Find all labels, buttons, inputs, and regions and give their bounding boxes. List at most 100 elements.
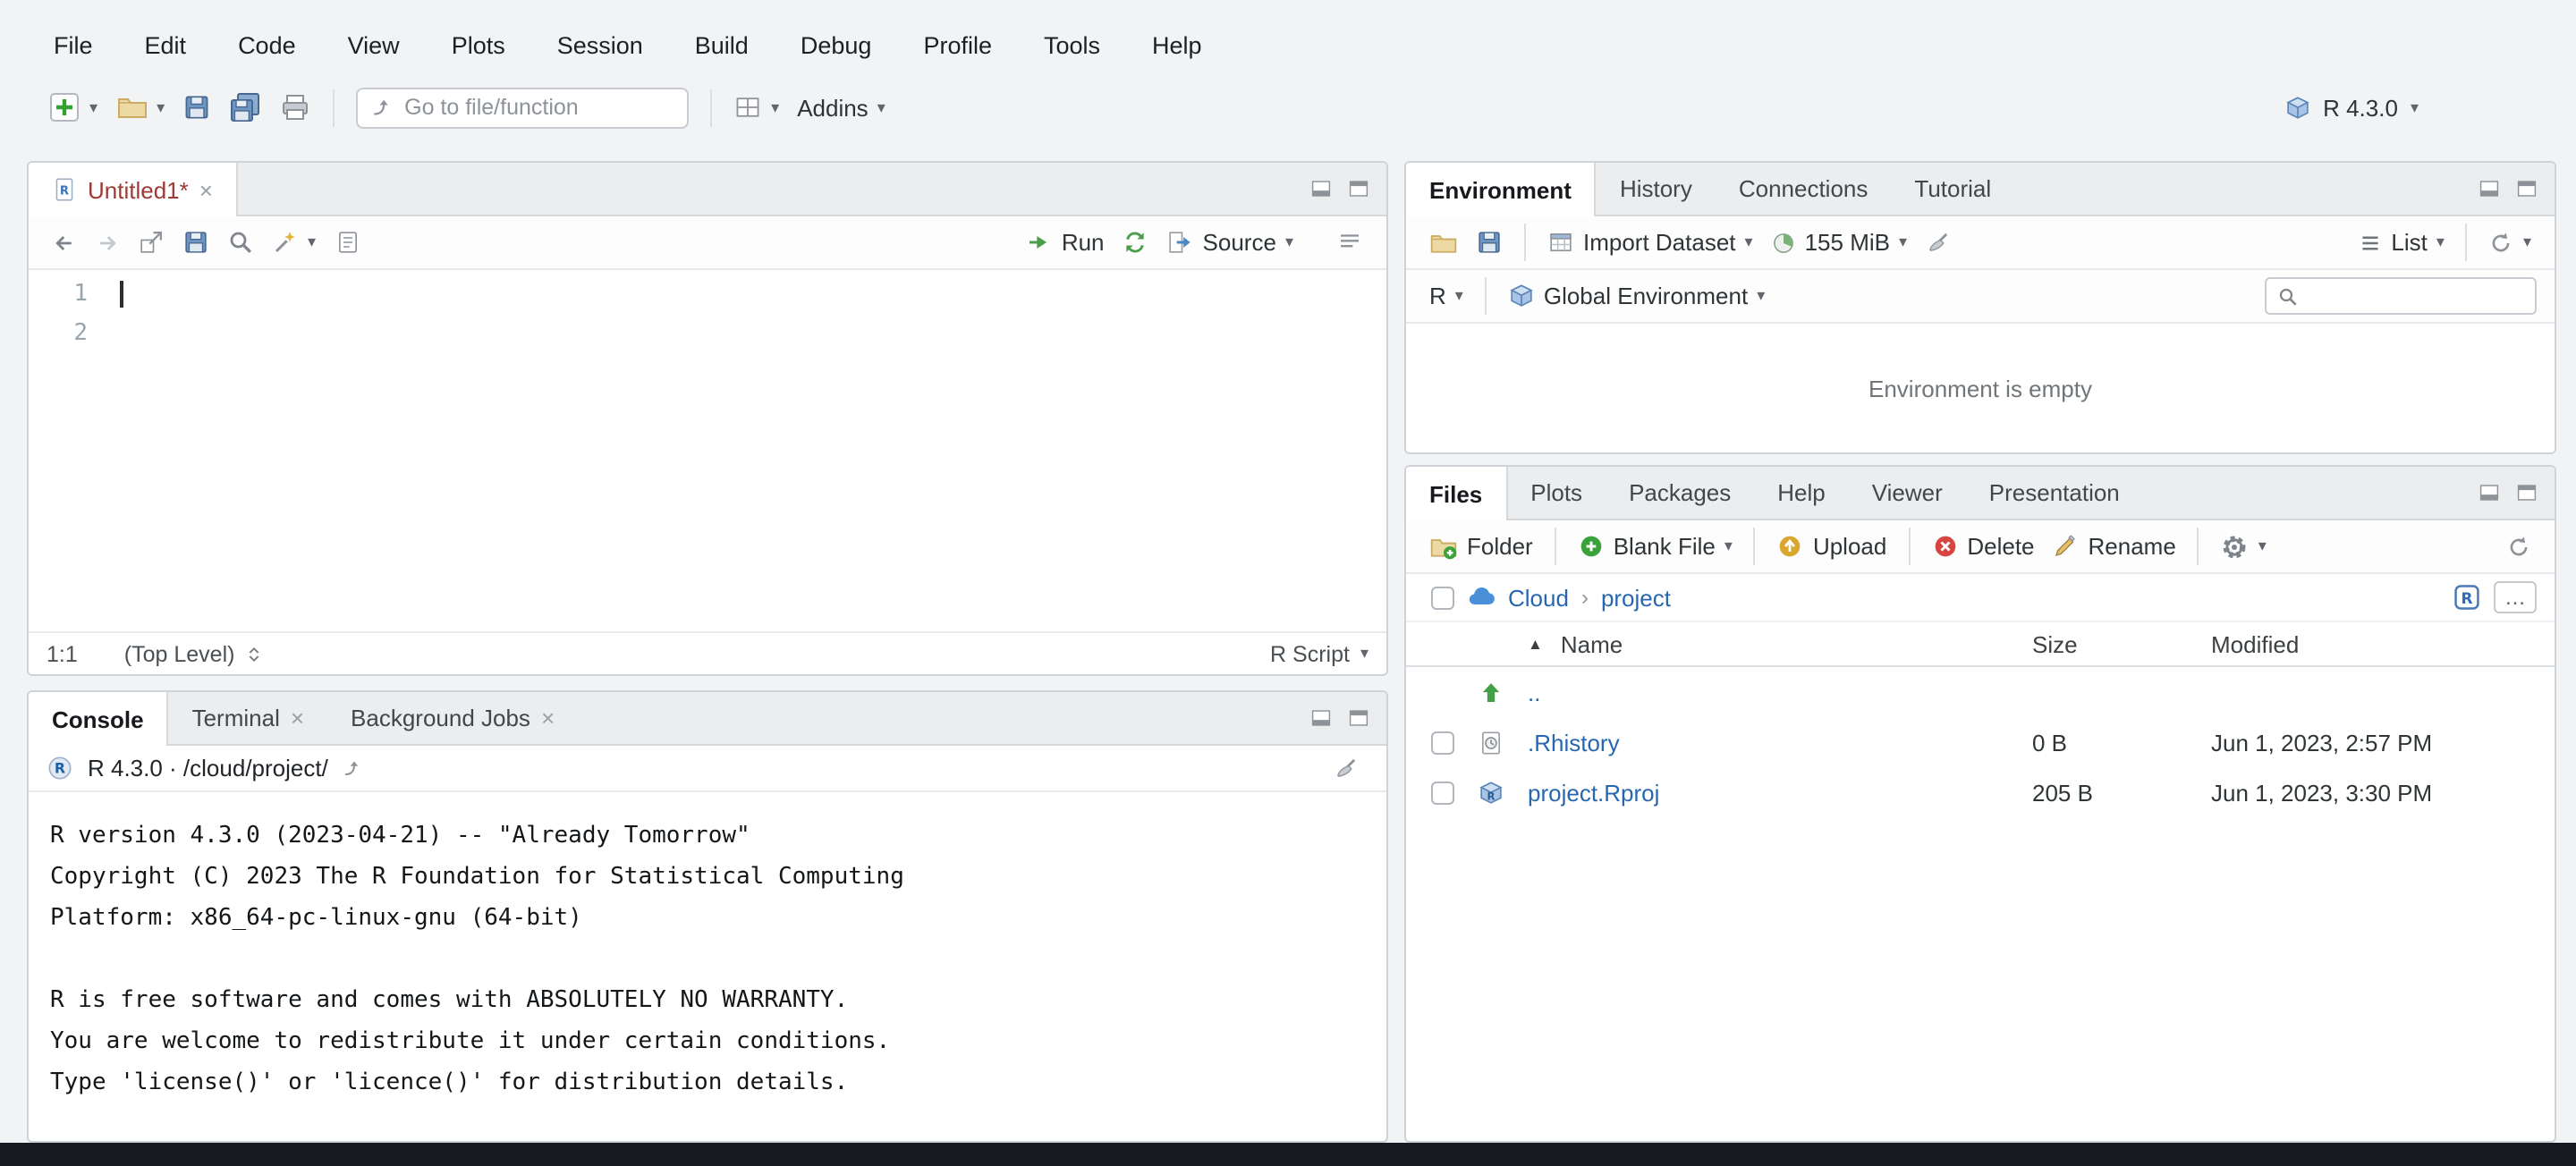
clear-console-button[interactable]: [1324, 749, 1368, 787]
forward-button[interactable]: [86, 224, 129, 260]
compile-report-button[interactable]: [325, 224, 369, 261]
tab-tutorial[interactable]: Tutorial: [1891, 163, 2014, 215]
scope-selector[interactable]: (Top Level): [124, 641, 266, 666]
import-dataset-label: Import Dataset: [1583, 229, 1736, 256]
tab-terminal[interactable]: Terminal ×: [169, 692, 327, 744]
chevron-down-icon: ▾: [1285, 234, 1293, 250]
toolbar-separator: [1524, 224, 1526, 261]
tab-presentation[interactable]: Presentation: [1966, 467, 2143, 519]
delete-label: Delete: [1967, 533, 2034, 560]
file-link[interactable]: .Rhistory: [1528, 729, 1620, 756]
maximize-pane-button[interactable]: [2515, 481, 2538, 504]
back-button[interactable]: [43, 224, 86, 260]
tab-files[interactable]: Files: [1406, 467, 1507, 520]
delete-button[interactable]: Delete: [1922, 528, 2043, 565]
clear-environment-button[interactable]: [1916, 224, 1961, 261]
tab-viewer[interactable]: Viewer: [1849, 467, 1966, 519]
refresh-environment-button[interactable]: ▾: [2480, 224, 2540, 260]
code-editor[interactable]: 1 2: [29, 270, 1386, 631]
tab-history[interactable]: History: [1597, 163, 1716, 215]
memory-usage-button[interactable]: 155 MiB ▾: [1762, 224, 1916, 261]
open-external-icon[interactable]: [343, 757, 364, 779]
row-checkbox[interactable]: [1430, 781, 1453, 804]
goto-file-input[interactable]: [404, 95, 674, 120]
r-version-selector[interactable]: R 4.3.0 ▾: [2284, 94, 2419, 121]
tab-help[interactable]: Help: [1754, 467, 1849, 519]
new-folder-button[interactable]: Folder: [1420, 527, 1542, 566]
menu-build[interactable]: Build: [695, 32, 749, 59]
save-button[interactable]: [174, 88, 220, 127]
breadcrumb-current-link[interactable]: project: [1601, 584, 1671, 611]
goto-file-box[interactable]: [356, 87, 689, 128]
pane-layout-button[interactable]: ▾: [724, 88, 788, 127]
code-area[interactable]: [111, 270, 1386, 631]
popout-source-button[interactable]: [129, 224, 174, 261]
save-source-button[interactable]: [174, 224, 218, 261]
tab-environment[interactable]: Environment: [1406, 163, 1597, 216]
source-tab-untitled1[interactable]: Untitled1* ×: [29, 163, 238, 216]
console-output[interactable]: R version 4.3.0 (2023-04-21) -- "Already…: [29, 792, 1386, 1141]
row-checkbox[interactable]: [1430, 731, 1453, 754]
environment-search[interactable]: [2265, 277, 2537, 315]
menu-file[interactable]: File: [54, 32, 93, 59]
close-icon[interactable]: ×: [291, 705, 304, 731]
select-all-checkbox[interactable]: [1431, 586, 1454, 609]
blank-file-button[interactable]: Blank File ▾: [1569, 528, 1741, 565]
close-icon[interactable]: ×: [541, 705, 555, 731]
minimize-pane-button[interactable]: [1309, 706, 1333, 730]
environment-search-input[interactable]: [2308, 283, 2524, 308]
import-dataset-button[interactable]: Import Dataset ▾: [1538, 224, 1762, 261]
console-tabbar: Console Terminal × Background Jobs ×: [29, 692, 1386, 746]
code-tools-button[interactable]: ▾: [263, 224, 325, 261]
rename-button[interactable]: Rename: [2044, 528, 2185, 565]
rerun-button[interactable]: [1114, 224, 1158, 261]
close-icon[interactable]: ×: [199, 176, 213, 203]
find-replace-button[interactable]: [218, 224, 263, 261]
language-selector[interactable]: R ▾: [1420, 277, 1472, 315]
column-header-size[interactable]: Size: [2032, 630, 2211, 657]
load-workspace-button[interactable]: [1420, 223, 1467, 262]
file-link[interactable]: project.Rproj: [1528, 779, 1659, 806]
menu-profile[interactable]: Profile: [923, 32, 992, 59]
minimize-pane-button[interactable]: [2478, 177, 2501, 200]
tab-plots[interactable]: Plots: [1507, 467, 1606, 519]
menu-edit[interactable]: Edit: [145, 32, 187, 59]
menu-session[interactable]: Session: [557, 32, 643, 59]
menu-view[interactable]: View: [348, 32, 400, 59]
menu-plots[interactable]: Plots: [452, 32, 505, 59]
run-button[interactable]: Run: [1017, 224, 1114, 261]
minimize-pane-button[interactable]: [1309, 177, 1333, 200]
column-header-name[interactable]: ▲ Name: [1528, 630, 2032, 657]
menu-debug[interactable]: Debug: [801, 32, 872, 59]
maximize-pane-button[interactable]: [1347, 706, 1370, 730]
save-workspace-button[interactable]: [1467, 224, 1512, 261]
menu-code[interactable]: Code: [238, 32, 296, 59]
refresh-files-button[interactable]: [2497, 528, 2540, 564]
menu-tools[interactable]: Tools: [1044, 32, 1100, 59]
save-all-button[interactable]: [220, 86, 270, 129]
more-options-button[interactable]: …: [2494, 581, 2537, 613]
file-link[interactable]: ..: [1528, 679, 1540, 706]
tab-background-jobs[interactable]: Background Jobs ×: [327, 692, 578, 744]
chevron-down-icon: ▾: [1724, 538, 1733, 554]
maximize-pane-button[interactable]: [1347, 177, 1370, 200]
menu-help[interactable]: Help: [1152, 32, 1202, 59]
more-file-actions-button[interactable]: ▾: [2212, 527, 2275, 566]
minimize-pane-button[interactable]: [2478, 481, 2501, 504]
upload-button[interactable]: Upload: [1768, 528, 1895, 565]
tab-connections[interactable]: Connections: [1716, 163, 1892, 215]
addins-button[interactable]: Addins ▾: [788, 89, 894, 126]
new-file-button[interactable]: ▾: [39, 86, 106, 129]
breadcrumb-root-link[interactable]: Cloud: [1508, 584, 1569, 611]
tab-console[interactable]: Console: [29, 692, 169, 746]
environment-scope-selector[interactable]: Global Environment ▾: [1499, 277, 1774, 315]
open-file-button[interactable]: ▾: [106, 86, 174, 129]
column-header-modified[interactable]: Modified: [2211, 630, 2555, 657]
outline-button[interactable]: [1327, 224, 1372, 261]
maximize-pane-button[interactable]: [2515, 177, 2538, 200]
print-button[interactable]: [270, 86, 320, 129]
filetype-selector[interactable]: R Script ▾: [1270, 641, 1368, 666]
view-mode-button[interactable]: List ▾: [2348, 224, 2453, 261]
source-button[interactable]: Source ▾: [1158, 224, 1302, 261]
tab-packages[interactable]: Packages: [1606, 467, 1754, 519]
